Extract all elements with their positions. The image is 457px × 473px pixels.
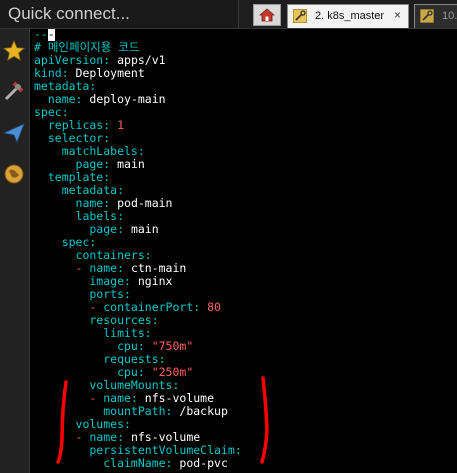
sidebar — [0, 29, 30, 473]
code-token: name: — [34, 92, 83, 106]
quick-connect-box[interactable] — [0, 0, 239, 28]
code-token: nfs-volume — [124, 430, 201, 444]
home-icon — [259, 8, 275, 22]
code-token: page: — [34, 222, 125, 236]
code-token: nfs-volume — [137, 391, 215, 405]
code-token: nginx — [130, 274, 173, 288]
quick-connect-input[interactable] — [6, 3, 235, 25]
code-token: /backup — [172, 404, 228, 418]
code-token: - — [34, 391, 97, 405]
code-token: apps/v1 — [110, 53, 166, 67]
code-token: labels: — [34, 209, 125, 223]
code-token: name: — [82, 261, 125, 275]
code-token: resources: — [34, 313, 159, 327]
code-token: 80 — [200, 300, 221, 314]
code-token: name: — [96, 391, 138, 405]
tab-label: 10.1 — [442, 10, 457, 22]
key-icon — [420, 9, 434, 23]
favorites-star-icon[interactable] — [2, 39, 26, 63]
home-tab[interactable] — [253, 4, 281, 26]
code-token: limits: — [34, 326, 152, 340]
tools-icon[interactable] — [2, 79, 26, 103]
code-token: Deployment — [68, 66, 145, 80]
code-token: metadata: — [34, 183, 125, 197]
code-token: cpu: — [34, 339, 145, 353]
code-token: spec: — [34, 105, 69, 119]
code-token: name: — [34, 196, 111, 210]
code-token: volumes: — [34, 417, 131, 431]
code-token: kind: — [34, 66, 69, 80]
code-token: main — [110, 157, 145, 171]
code-token: - — [34, 430, 83, 444]
code-token: requests: — [34, 352, 166, 366]
code-token: - — [34, 261, 83, 275]
tab-10-1[interactable]: 10.1 — [414, 4, 457, 28]
code-token: metadata: — [34, 79, 97, 93]
code-token: claimName: — [34, 456, 173, 470]
code-token: image: — [34, 274, 131, 288]
send-icon[interactable] — [2, 121, 26, 145]
code-token: deploy-main — [82, 92, 166, 106]
code-token: spec: — [34, 235, 97, 249]
key-icon — [293, 9, 307, 23]
code-token: "250m" — [144, 365, 194, 379]
code-token: cpu: — [34, 365, 145, 379]
close-icon[interactable]: × — [394, 8, 401, 22]
code-token: name: — [82, 430, 125, 444]
code-token: selector: — [34, 131, 111, 145]
code-token: "750m" — [144, 339, 194, 353]
code-token: - — [34, 300, 97, 314]
code-token: pod-main — [110, 196, 173, 210]
code-token: matchLabels: — [34, 144, 145, 158]
code-token: volumeMounts: — [34, 378, 180, 392]
code-token: 1 — [110, 118, 125, 132]
code-token: containers: — [34, 248, 152, 262]
code-token: ctn-main — [124, 261, 187, 275]
tab-k8s-master[interactable]: 2. k8s_master × — [287, 4, 409, 28]
code-token: # 메인페이지용 코드 — [34, 40, 140, 54]
terminal-editor[interactable]: - - - # 메인페이지용 코드 apiVersion: apps/v1 kind: D… — [30, 29, 457, 473]
code-token: persistentVolumeClaim: — [34, 443, 242, 457]
code-token: template: — [34, 170, 111, 184]
code-token: page: — [34, 157, 111, 171]
code-line: claimName: pod-pvc — [34, 457, 242, 470]
code-token: mountPath: — [34, 404, 173, 418]
code-token: ports: — [34, 287, 131, 301]
globe-icon[interactable] — [2, 162, 26, 186]
code-token: replicas: — [34, 118, 111, 132]
code-token: apiVersion: — [34, 53, 111, 67]
yaml-code: - - - # 메인페이지용 코드 apiVersion: apps/v1 kind: D… — [34, 29, 242, 470]
top-bar: 2. k8s_master × 10.1 — [0, 0, 457, 29]
tab-label: 2. k8s_master — [315, 10, 385, 22]
code-token: main — [124, 222, 159, 236]
code-token: containerPort: — [96, 300, 201, 314]
code-token: pod-pvc — [172, 456, 228, 470]
